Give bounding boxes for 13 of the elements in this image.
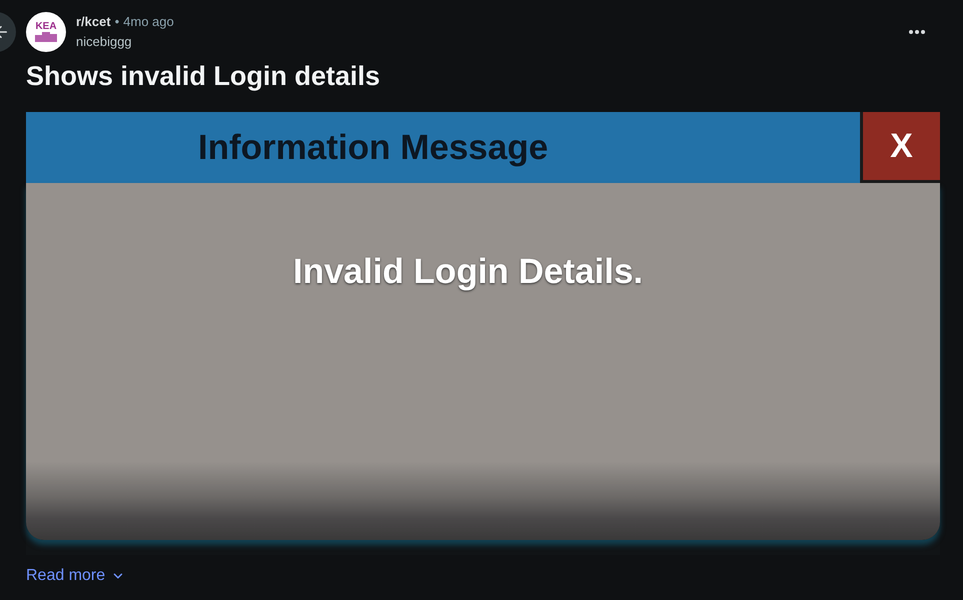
separator-dot: •	[114, 13, 120, 31]
community-avatar[interactable]: KEA	[26, 12, 66, 52]
dialog-title: Information Message	[197, 128, 550, 168]
more-options-icon	[909, 30, 925, 34]
dialog-message: Invalid Login Details.	[292, 253, 644, 291]
community-name-link[interactable]: r/kcet	[76, 12, 111, 32]
author-link[interactable]: nicebiggg	[76, 32, 174, 52]
read-more-link[interactable]: Read more	[26, 564, 126, 588]
logo-text: KEA	[35, 22, 57, 32]
post-title: Shows invalid Login details	[26, 61, 380, 91]
podium-icon	[35, 32, 57, 42]
close-button[interactable]: X	[860, 112, 940, 183]
post-time: 4mo ago	[123, 13, 174, 31]
